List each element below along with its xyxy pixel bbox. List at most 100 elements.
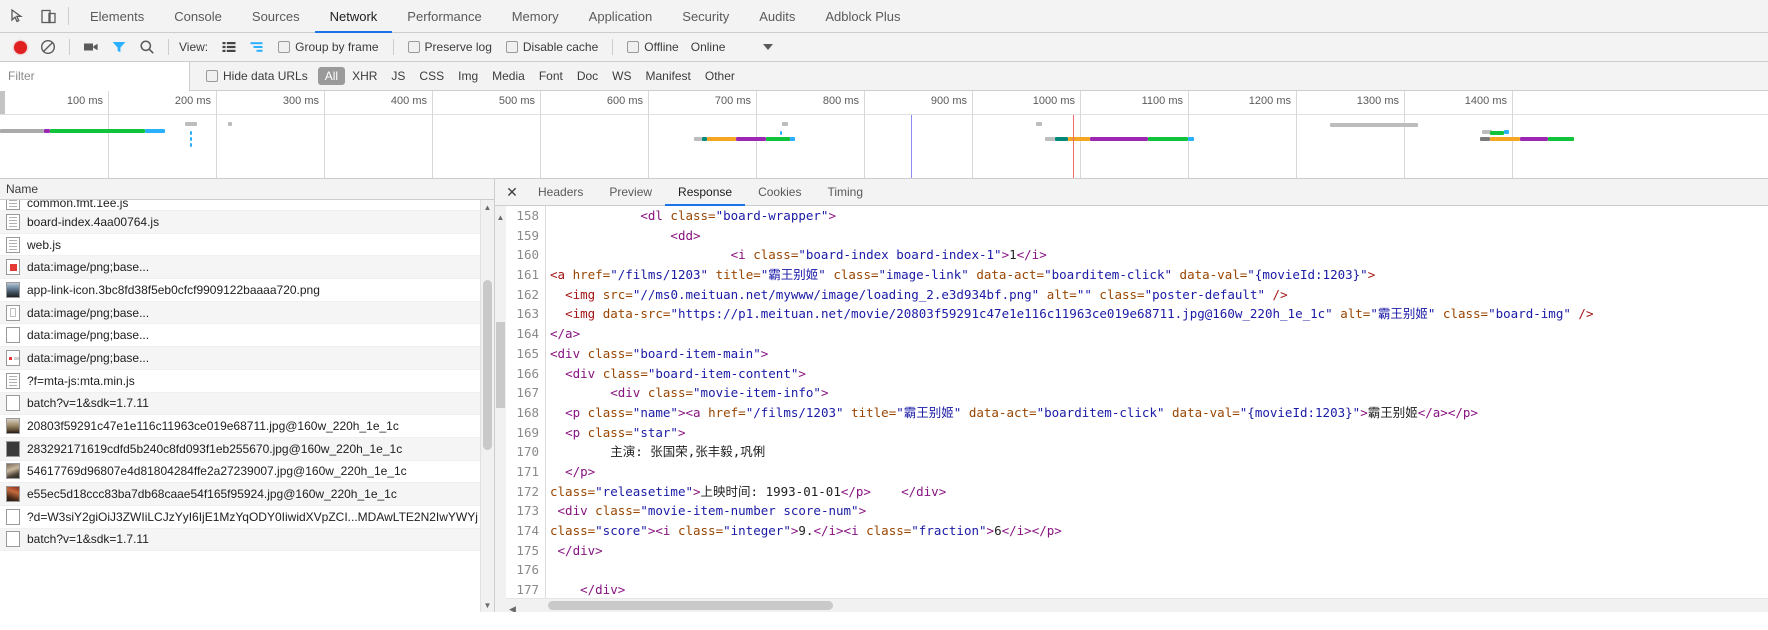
detail-tab-preview[interactable]: Preview bbox=[596, 179, 665, 205]
scroll-up-icon[interactable]: ▲ bbox=[495, 208, 506, 228]
preserve-log-label: Preserve log bbox=[424, 40, 492, 54]
scrollbar-thumb[interactable] bbox=[548, 601, 833, 610]
record-button[interactable] bbox=[7, 34, 33, 60]
resource-type-icon bbox=[6, 440, 20, 457]
filter-funnel-icon[interactable] bbox=[106, 34, 132, 60]
scroll-left-icon[interactable]: ◀ bbox=[509, 600, 516, 612]
request-row[interactable]: batch?v=1&sdk=1.7.11 bbox=[0, 392, 494, 416]
resource-type-filters: All XHR JS CSS Img Media Font Doc WS Man… bbox=[317, 67, 742, 85]
filter-type-font[interactable]: Font bbox=[532, 67, 570, 85]
close-icon[interactable]: ✕ bbox=[499, 179, 525, 205]
throttling-dropdown-button[interactable] bbox=[755, 34, 781, 60]
response-code-viewer[interactable]: ▲ 158 <dl class="board-wrapper"> 159 <dd>… bbox=[495, 206, 1768, 612]
panel-tab-adblock-plus[interactable]: Adblock Plus bbox=[810, 0, 915, 32]
overview-request-bar bbox=[1330, 123, 1418, 127]
filter-type-media[interactable]: Media bbox=[485, 67, 532, 85]
overview-tick-label: 900 ms bbox=[930, 95, 967, 107]
request-row[interactable]: app-link-icon.3bc8fd38f5eb0cfcf9909122ba… bbox=[0, 279, 494, 302]
detail-tab-headers[interactable]: Headers bbox=[525, 179, 596, 205]
request-list-pane: Name common.fmt.1ee.js board-index.4aa007… bbox=[0, 179, 495, 612]
code-token: class= bbox=[550, 523, 596, 538]
filter-type-js[interactable]: JS bbox=[384, 67, 412, 85]
request-row[interactable]: batch?v=1&sdk=1.7.11 bbox=[0, 528, 494, 552]
filter-type-manifest[interactable]: Manifest bbox=[639, 67, 698, 85]
panel-tab-console[interactable]: Console bbox=[159, 0, 237, 32]
view-list-button[interactable] bbox=[216, 34, 242, 60]
device-toolbar-icon[interactable] bbox=[38, 6, 58, 26]
code-line-number: 164 bbox=[506, 324, 546, 344]
filter-type-all[interactable]: All bbox=[317, 67, 346, 85]
inspect-element-icon[interactable] bbox=[8, 6, 28, 26]
panel-tab-application[interactable]: Application bbox=[574, 0, 668, 32]
code-line-number: 166 bbox=[506, 363, 546, 384]
request-row[interactable]: data:image/png;base... bbox=[0, 301, 494, 325]
request-row[interactable]: 54617769d96807e4d81804284ffe2a27239007.j… bbox=[0, 461, 494, 484]
clear-button[interactable] bbox=[35, 34, 61, 60]
request-row[interactable]: ?f=mta-js:mta.min.js bbox=[0, 370, 494, 393]
request-row[interactable]: ?d=W3siY2giOiJ3ZWIiLCJzYyI6IjE1MzYqODY0I… bbox=[0, 506, 494, 529]
offline-label: Offline bbox=[644, 40, 679, 54]
code-horizontal-scrollbar[interactable]: ◀ bbox=[506, 598, 1768, 612]
preserve-log-checkbox[interactable]: Preserve log bbox=[402, 40, 498, 54]
filter-type-img[interactable]: Img bbox=[451, 67, 485, 85]
request-row[interactable]: common.fmt.1ee.js bbox=[0, 200, 494, 211]
panel-tab-performance[interactable]: Performance bbox=[392, 0, 496, 32]
panel-tab-security[interactable]: Security bbox=[667, 0, 744, 32]
code-token: class= bbox=[825, 267, 879, 283]
code-vertical-scrollbar[interactable]: ▲ bbox=[495, 206, 506, 612]
filter-type-ws[interactable]: WS bbox=[605, 67, 638, 85]
request-name-column-header[interactable]: Name bbox=[0, 179, 494, 200]
code-line-number: 159 bbox=[506, 225, 546, 246]
filter-type-xhr[interactable]: XHR bbox=[345, 67, 384, 85]
view-waterfall-button[interactable] bbox=[244, 34, 270, 60]
filter-type-doc[interactable]: Doc bbox=[570, 67, 605, 85]
request-row[interactable]: board-index.4aa00764.js bbox=[0, 211, 494, 234]
hide-data-urls-checkbox[interactable]: Hide data URLs bbox=[200, 69, 314, 83]
throttling-select[interactable]: Online bbox=[687, 40, 726, 54]
capture-screenshots-icon[interactable] bbox=[78, 34, 104, 60]
scroll-up-icon[interactable]: ▲ bbox=[481, 200, 494, 214]
request-row[interactable]: data:image/png;base... bbox=[0, 347, 494, 370]
filter-type-css[interactable]: CSS bbox=[412, 67, 451, 85]
panel-tab-audits[interactable]: Audits bbox=[744, 0, 810, 32]
code-line-text: <i class="board-index board-index-1">1</… bbox=[546, 245, 1047, 265]
filter-type-label: Other bbox=[704, 69, 735, 83]
request-row[interactable]: e55ec5d18ccc83ba7db68caae54f165f95924.jp… bbox=[0, 483, 494, 506]
code-token: <img bbox=[565, 286, 603, 302]
request-row[interactable]: data:image/png;base... bbox=[0, 256, 494, 280]
code-token: "image-link" bbox=[878, 267, 969, 283]
filter-type-label: Doc bbox=[576, 69, 599, 83]
detail-tab-cookies[interactable]: Cookies bbox=[745, 179, 814, 205]
code-token: <div bbox=[565, 365, 603, 381]
disable-cache-checkbox[interactable]: Disable cache bbox=[500, 40, 604, 54]
request-row[interactable]: 20803f59291c47e1e116c11963ce019e68711.jp… bbox=[0, 415, 494, 438]
code-line-text: <p class="name" > <a href="/films/1203" ti… bbox=[546, 403, 1478, 423]
filter-type-other[interactable]: Other bbox=[698, 67, 742, 85]
panel-tab-elements[interactable]: Elements bbox=[75, 0, 159, 32]
panel-tab-label: Security bbox=[682, 8, 730, 24]
network-overview-timeline[interactable]: 100 ms 200 ms 300 ms 400 ms 500 ms 600 ms 700 … bbox=[0, 91, 1768, 179]
panel-tab-memory[interactable]: Memory bbox=[497, 0, 574, 32]
code-token: class= bbox=[670, 208, 716, 223]
scrollbar-thumb[interactable] bbox=[496, 322, 505, 408]
request-row[interactable]: 283292171619cdfd5b240c8fd093f1eb255670.j… bbox=[0, 437, 494, 461]
detail-tab-timing[interactable]: Timing bbox=[814, 179, 876, 205]
offline-checkbox[interactable]: Offline bbox=[621, 40, 684, 54]
panel-tab-sources[interactable]: Sources bbox=[237, 0, 315, 32]
request-row[interactable]: web.js bbox=[0, 234, 494, 257]
checkbox-box bbox=[206, 70, 218, 82]
request-row[interactable]: data:image/png;base... bbox=[0, 324, 494, 348]
panel-tab-network[interactable]: Network bbox=[314, 0, 393, 33]
search-icon[interactable] bbox=[134, 34, 160, 60]
request-rows-container[interactable]: common.fmt.1ee.js board-index.4aa00764.js… bbox=[0, 200, 494, 612]
request-list-scrollbar[interactable]: ▲ ▼ bbox=[480, 200, 494, 612]
scrollbar-thumb[interactable] bbox=[483, 280, 492, 450]
detail-tab-response[interactable]: Response bbox=[665, 179, 746, 206]
code-token: > bbox=[828, 208, 836, 223]
group-by-frame-checkbox[interactable]: Group by frame bbox=[272, 40, 384, 54]
filter-input[interactable] bbox=[0, 61, 190, 91]
scroll-down-icon[interactable]: ▼ bbox=[481, 598, 494, 612]
